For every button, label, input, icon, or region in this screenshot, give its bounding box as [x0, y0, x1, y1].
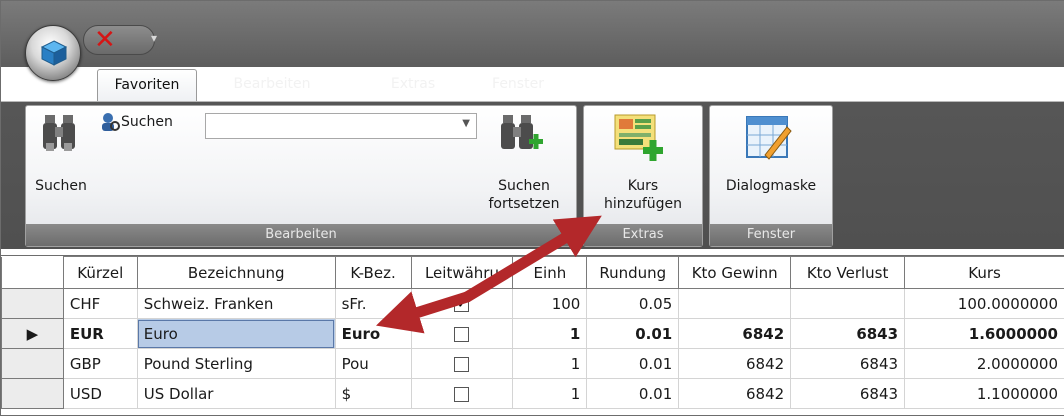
app-window: ✕ ▾ Favoriten Bearbeiten Extras Fenster …: [0, 0, 1064, 416]
cell-kuerzel[interactable]: CHF: [63, 289, 137, 319]
column-header-bezeichnung[interactable]: Bezeichnung: [137, 257, 335, 289]
group-label-extras: Extras: [584, 224, 702, 246]
tab-fenster[interactable]: Fenster: [473, 69, 563, 103]
cell-leitwaehrung[interactable]: [411, 379, 513, 409]
cell-kto-verlust[interactable]: 6843: [791, 349, 905, 379]
search-combo-label: Suchen: [121, 113, 191, 131]
cell-kurs[interactable]: 1.6000000: [905, 319, 1064, 349]
quick-access-toolbar: ✕: [83, 25, 155, 55]
column-header-kbez[interactable]: K-Bez.: [335, 257, 411, 289]
title-bar: [1, 1, 1064, 67]
column-header-leitwaehrung[interactable]: Leitwähru: [411, 257, 513, 289]
cell-kbez[interactable]: Pou: [335, 349, 411, 379]
search-button-label[interactable]: Suchen: [33, 177, 89, 195]
cell-einh[interactable]: 1: [513, 379, 587, 409]
table-row[interactable]: CHF Schweiz. Franken sFr. ✓ 100 0.05 100…: [2, 289, 1064, 319]
cell-kto-verlust[interactable]: [791, 289, 905, 319]
cell-kto-verlust[interactable]: 6843: [791, 379, 905, 409]
column-header-kurs[interactable]: Kurs: [905, 257, 1064, 289]
tab-bearbeiten[interactable]: Bearbeiten: [215, 69, 329, 103]
cell-kuerzel[interactable]: GBP: [63, 349, 137, 379]
table-header-row: Kürzel Bezeichnung K-Bez. Leitwähru Einh…: [2, 257, 1064, 289]
user-search-icon: [99, 111, 121, 133]
dialog-form-icon[interactable]: [745, 115, 793, 161]
quick-access-dropdown-icon[interactable]: ▾: [151, 31, 157, 45]
search-combo-box[interactable]: ▼: [205, 113, 477, 139]
cell-einh[interactable]: 1: [513, 349, 587, 379]
column-header-kto-verlust[interactable]: Kto Verlust: [791, 257, 905, 289]
binoculars-icon[interactable]: [41, 113, 77, 163]
cell-leitwaehrung[interactable]: [411, 349, 513, 379]
cell-einh[interactable]: 1: [513, 319, 587, 349]
continue-label-1: Suchen: [475, 177, 573, 195]
continue-label-2: fortsetzen: [475, 195, 573, 213]
cell-rundung[interactable]: 0.01: [587, 349, 679, 379]
leitwaehrung-checkbox[interactable]: [454, 387, 469, 402]
tab-favoriten[interactable]: Favoriten: [97, 69, 197, 103]
dialog-mask-button[interactable]: Dialogmaske: [711, 177, 831, 195]
cell-bezeichnung[interactable]: Pound Sterling: [137, 349, 335, 379]
table-row-current[interactable]: ▶ EUR Euro Euro 1 0.01 6842 6843 1.60000…: [2, 319, 1064, 349]
cell-kurs[interactable]: 1.1000000: [905, 379, 1064, 409]
column-header-kto-gewinn[interactable]: Kto Gewinn: [679, 257, 791, 289]
currency-grid: Kürzel Bezeichnung K-Bez. Leitwähru Einh…: [1, 255, 1064, 409]
app-cube-icon: [40, 39, 68, 67]
cell-kurs[interactable]: 2.0000000: [905, 349, 1064, 379]
kurs-label-1: Kurs: [587, 177, 699, 195]
cell-kurs[interactable]: 100.0000000: [905, 289, 1064, 319]
row-selector[interactable]: [2, 379, 64, 409]
cell-kto-gewinn[interactable]: 6842: [679, 349, 791, 379]
row-selector[interactable]: [2, 349, 64, 379]
application-menu-button[interactable]: [25, 25, 81, 81]
table-row[interactable]: USD US Dollar $ 1 0.01 6842 6843 1.10000…: [2, 379, 1064, 409]
group-label-fenster: Fenster: [710, 224, 832, 246]
add-rate-icon[interactable]: [613, 111, 665, 165]
cell-rundung[interactable]: 0.01: [587, 379, 679, 409]
group-label-bearbeiten: Bearbeiten: [26, 224, 576, 246]
cell-rundung[interactable]: 0.05: [587, 289, 679, 319]
leitwaehrung-checkbox[interactable]: [454, 327, 469, 342]
kurs-label-2: hinzufügen: [587, 195, 699, 213]
leitwaehrung-checkbox-checked[interactable]: ✓: [454, 297, 469, 312]
cell-kto-gewinn[interactable]: 6842: [679, 319, 791, 349]
cell-kuerzel[interactable]: USD: [63, 379, 137, 409]
close-x-icon[interactable]: ✕: [94, 26, 116, 54]
row-selector[interactable]: [2, 289, 64, 319]
cell-bezeichnung[interactable]: US Dollar: [137, 379, 335, 409]
cell-leitwaehrung[interactable]: ✓: [411, 289, 513, 319]
table-row[interactable]: GBP Pound Sterling Pou 1 0.01 6842 6843 …: [2, 349, 1064, 379]
chevron-down-icon[interactable]: ▼: [462, 118, 470, 129]
cell-kuerzel[interactable]: EUR: [63, 319, 137, 349]
cell-leitwaehrung[interactable]: [411, 319, 513, 349]
cell-kbez[interactable]: Euro: [335, 319, 411, 349]
add-rate-button[interactable]: Kurs hinzufügen: [587, 177, 699, 213]
cell-kto-gewinn[interactable]: 6842: [679, 379, 791, 409]
check-icon: ✓: [456, 294, 469, 312]
continue-search-button[interactable]: Suchen fortsetzen: [475, 177, 573, 213]
cell-bezeichnung[interactable]: Schweiz. Franken: [137, 289, 335, 319]
cell-kto-gewinn[interactable]: [679, 289, 791, 319]
cell-einh[interactable]: 100: [513, 289, 587, 319]
binoculars-plus-icon[interactable]: [499, 113, 543, 163]
column-header-rundung[interactable]: Rundung: [587, 257, 679, 289]
cell-kto-verlust[interactable]: 6843: [791, 319, 905, 349]
leitwaehrung-checkbox[interactable]: [454, 357, 469, 372]
cell-bezeichnung-editing[interactable]: Euro: [137, 319, 335, 349]
row-indicator-header: [2, 257, 64, 289]
column-header-kuerzel[interactable]: Kürzel: [63, 257, 137, 289]
cell-kbez[interactable]: sFr.: [335, 289, 411, 319]
currency-table: Kürzel Bezeichnung K-Bez. Leitwähru Einh…: [1, 256, 1064, 409]
column-header-einh[interactable]: Einh: [513, 257, 587, 289]
current-row-indicator[interactable]: ▶: [2, 319, 64, 349]
cell-kbez[interactable]: $: [335, 379, 411, 409]
tab-extras[interactable]: Extras: [373, 69, 453, 103]
cell-rundung[interactable]: 0.01: [587, 319, 679, 349]
